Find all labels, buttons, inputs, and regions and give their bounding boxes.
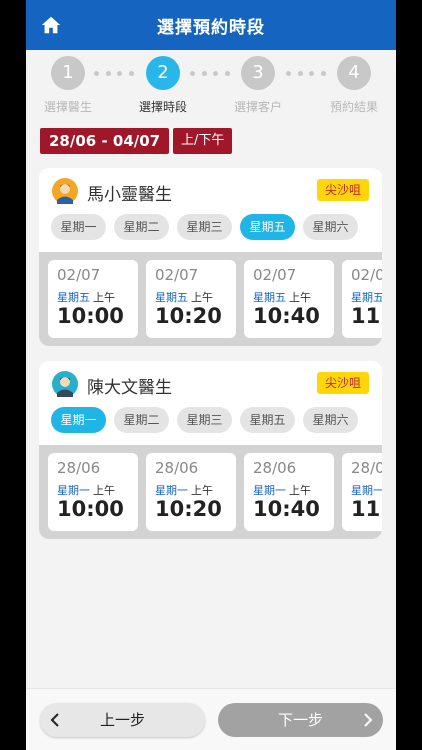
slot-period: 上午 xyxy=(93,484,115,497)
chevron-right-icon xyxy=(364,713,373,727)
time-slot[interactable]: 02/07 星期五 上午 10:20 xyxy=(146,260,236,338)
slot-date: 28/06 xyxy=(155,459,199,477)
slot-day: 星期一上午 xyxy=(155,482,213,498)
step-2-number: 2 xyxy=(146,56,180,90)
step-2-label: 選擇時段 xyxy=(138,100,187,114)
step-1-number: 1 xyxy=(51,56,85,90)
page-title: 選擇預約時段 xyxy=(157,18,265,38)
day-pill[interactable]: 星期二 xyxy=(114,407,169,433)
slot-day: 星期五上午 xyxy=(57,289,115,305)
time-slot[interactable]: 02/07 星期五 上午 10:40 xyxy=(244,260,334,338)
chevron-left-icon xyxy=(50,713,59,727)
step-1: 1 選擇醫生 xyxy=(28,56,108,115)
slot-weekday: 星期五 xyxy=(253,291,286,304)
date-range-filter[interactable]: 28/06 - 04/07 xyxy=(40,128,170,154)
day-pill[interactable]: 星期三 xyxy=(177,214,232,240)
day-pill[interactable]: 星期三 xyxy=(177,407,232,433)
slot-time: 10:40 xyxy=(253,304,320,328)
slot-date: 02/07 xyxy=(351,266,382,284)
time-slot-list: 28/06 星期一 上午 10:00 28/06 星期一 上午 10:20 28/0… xyxy=(39,445,382,539)
step-3: 3 選擇客户 xyxy=(218,56,298,115)
slot-period: 上午 xyxy=(191,291,213,304)
day-selector: 星期一 星期二 星期三 星期五 星期六 xyxy=(51,407,381,437)
slot-day: 星期五上午 xyxy=(351,289,382,305)
location-badge: 尖沙咀 xyxy=(316,179,369,201)
slot-date: 02/07 xyxy=(253,266,297,284)
step-3-label: 選擇客户 xyxy=(233,100,282,114)
doctor-card: 陳大文醫生 尖沙咀 星期一 星期二 星期三 星期五 星期六 28/06 星期一上… xyxy=(39,361,382,539)
step-4-label: 預約結果 xyxy=(329,100,378,114)
time-slot[interactable]: 28/06 星期一上午 11:00 xyxy=(342,453,382,531)
prev-button[interactable]: 上一步 xyxy=(40,703,205,737)
step-4: 4 預約結果 xyxy=(314,56,394,115)
day-selector: 星期一 星期二 星期三 星期五 星期六 xyxy=(51,214,381,244)
slot-weekday: 星期五 xyxy=(57,291,90,304)
slot-day: 星期一上午 xyxy=(351,482,382,498)
slot-day: 星期五上午 xyxy=(253,289,311,305)
step-1-label: 選擇醫生 xyxy=(43,100,92,114)
slot-period: 上午 xyxy=(93,291,115,304)
slot-date: 28/06 xyxy=(351,459,382,477)
time-slot[interactable]: 28/06 星期一 上午 10:20 xyxy=(146,453,236,531)
step-3-number: 3 xyxy=(241,56,275,90)
time-slot[interactable]: 28/06 星期一 上午 10:00 xyxy=(48,453,138,531)
time-slot[interactable]: 02/07 星期五上午 11:00 xyxy=(342,260,382,338)
slot-date: 28/06 xyxy=(253,459,297,477)
doctor-name: 陳大文醫生 xyxy=(87,378,172,398)
progress-stepper: 1 選擇醫生 2 選擇時段 3 選擇客户 4 預約結果 xyxy=(26,56,396,118)
doctor-avatar-icon xyxy=(52,371,78,397)
step-2: 2 選擇時段 xyxy=(123,56,203,115)
ampm-filter[interactable]: 上/下午 xyxy=(173,128,233,154)
prev-button-label: 上一步 xyxy=(99,711,145,729)
slot-period: 上午 xyxy=(289,291,311,304)
slot-day: 星期一上午 xyxy=(57,482,115,498)
footer-bar: 上一步 下一步 xyxy=(26,688,396,750)
slot-time: 10:00 xyxy=(57,497,124,521)
day-pill[interactable]: 星期一 xyxy=(51,214,106,240)
day-pill-selected[interactable]: 星期一 xyxy=(51,407,106,433)
slot-time: 11:00 xyxy=(351,304,382,328)
slot-day: 星期五上午 xyxy=(155,289,213,305)
slot-time: 10:00 xyxy=(57,304,124,328)
day-pill[interactable]: 星期六 xyxy=(303,407,358,433)
slot-weekday: 星期一 xyxy=(253,484,286,497)
app-screen: 選擇預約時段 1 選擇醫生 2 選擇時段 3 選擇客户 4 預約結果 28/06… xyxy=(26,0,396,750)
next-button-label: 下一步 xyxy=(277,711,323,729)
slot-weekday: 星期五 xyxy=(351,291,382,304)
slot-weekday: 星期一 xyxy=(351,484,382,497)
slot-time: 11:00 xyxy=(351,497,382,521)
slot-date: 02/07 xyxy=(57,266,101,284)
day-pill[interactable]: 星期五 xyxy=(240,407,295,433)
day-pill-selected[interactable]: 星期五 xyxy=(240,214,295,240)
slot-weekday: 星期一 xyxy=(57,484,90,497)
slot-weekday: 星期一 xyxy=(155,484,188,497)
doctor-card: 馬小靈醫生 尖沙咀 星期一 星期二 星期三 星期五 星期六 02/07 星期五上… xyxy=(39,168,382,346)
time-slot[interactable]: 28/06 星期一 上午 10:40 xyxy=(244,453,334,531)
slot-date: 28/06 xyxy=(57,459,101,477)
slot-period: 上午 xyxy=(289,484,311,497)
time-slot[interactable]: 02/07 星期五 上午 10:00 xyxy=(48,260,138,338)
header-bar: 選擇預約時段 xyxy=(26,0,396,50)
location-badge: 尖沙咀 xyxy=(316,372,369,394)
next-button[interactable]: 下一步 xyxy=(218,703,383,737)
slot-day: 星期一上午 xyxy=(253,482,311,498)
slot-time: 10:20 xyxy=(155,497,222,521)
day-pill[interactable]: 星期二 xyxy=(114,214,169,240)
day-pill[interactable]: 星期六 xyxy=(303,214,358,240)
slot-weekday: 星期五 xyxy=(155,291,188,304)
slot-date: 02/07 xyxy=(155,266,199,284)
step-4-number: 4 xyxy=(337,56,371,90)
doctor-name: 馬小靈醫生 xyxy=(87,185,172,205)
slot-time: 10:20 xyxy=(155,304,222,328)
slot-time: 10:40 xyxy=(253,497,320,521)
time-slot-list: 02/07 星期五 上午 10:00 02/07 星期五 上午 10:20 02/0… xyxy=(39,252,382,346)
slot-period: 上午 xyxy=(191,484,213,497)
doctor-avatar-icon xyxy=(52,178,78,204)
